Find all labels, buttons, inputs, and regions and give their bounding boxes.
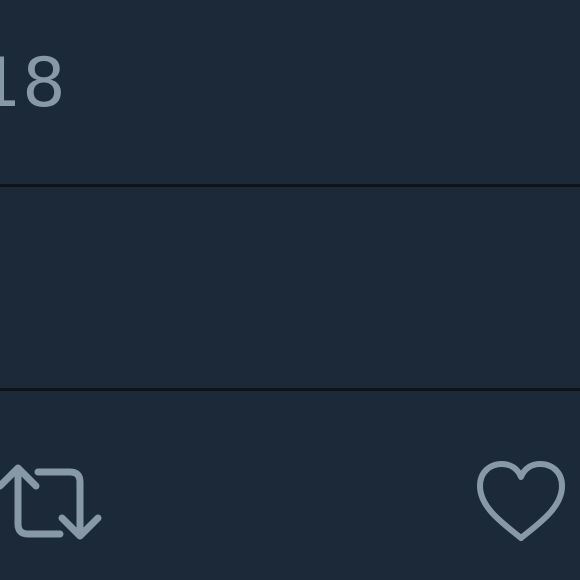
heart-icon bbox=[477, 461, 565, 541]
retweet-button[interactable] bbox=[0, 462, 102, 542]
like-button[interactable] bbox=[474, 458, 568, 546]
divider-bottom bbox=[0, 388, 580, 391]
tweet-timestamp: 18 bbox=[0, 44, 67, 123]
engagement-stats-row bbox=[0, 187, 580, 388]
retweet-icon bbox=[0, 464, 102, 540]
tweet-detail-panel: 18 bbox=[0, 0, 580, 580]
